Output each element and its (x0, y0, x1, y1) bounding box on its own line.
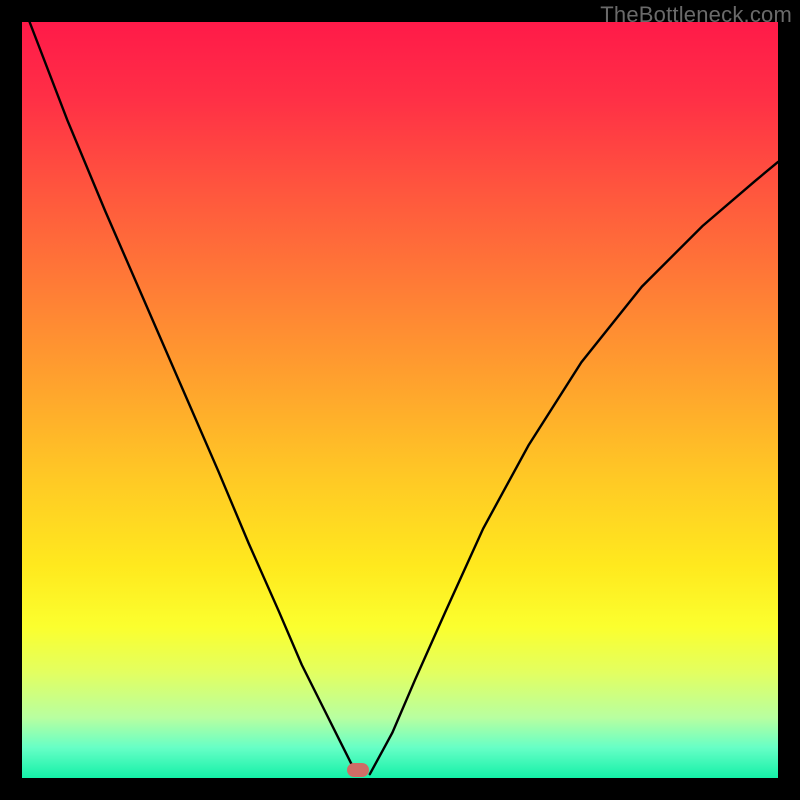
optimum-marker (347, 763, 369, 777)
curve-right-branch (370, 162, 778, 774)
bottleneck-curve (22, 22, 778, 778)
plot-area (22, 22, 778, 778)
curve-left-branch (30, 22, 359, 774)
outer-frame: TheBottleneck.com (0, 0, 800, 800)
